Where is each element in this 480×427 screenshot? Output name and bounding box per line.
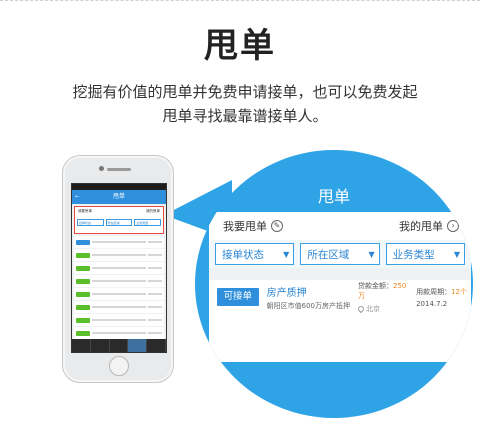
mini-text-line xyxy=(148,241,162,243)
filter-type-dropdown[interactable]: 业务类型 ▼ xyxy=(385,243,465,265)
mini-text-line xyxy=(148,332,162,334)
listing-info: 房产质押 朝阳区市值600万房产抵押 xyxy=(267,284,350,311)
mini-list-item[interactable] xyxy=(74,314,164,326)
mini-text-line xyxy=(148,306,162,308)
mini-status-tag xyxy=(76,252,90,258)
filter-status-label: 接单状态 xyxy=(222,248,264,261)
loan-amount: 贷款金额：250万 xyxy=(358,281,408,301)
mini-tab[interactable] xyxy=(128,339,148,352)
mini-text-line xyxy=(92,241,146,243)
mini-header: ← 甩单 xyxy=(72,190,166,204)
listing-meta: 贷款金额：250万 北京 xyxy=(356,281,408,314)
mini-text-line xyxy=(92,293,146,295)
chevron-right-icon: › xyxy=(447,220,459,232)
camera-icon xyxy=(99,166,104,171)
location-pin-icon xyxy=(356,304,366,313)
my-orders-button[interactable]: 我的甩单 › xyxy=(399,218,459,234)
mini-text-line xyxy=(148,267,162,269)
mini-filter-row-top: 我要甩单 我的甩单 xyxy=(75,207,163,218)
accept-order-button[interactable]: 可接单 xyxy=(217,288,259,306)
mini-text-line xyxy=(92,332,146,334)
location-text: 北京 xyxy=(365,304,380,313)
home-button[interactable] xyxy=(109,356,129,376)
caret-down-icon: ▼ xyxy=(368,249,375,259)
mini-text-line xyxy=(148,319,162,321)
caret-down-icon: ▼ xyxy=(283,249,290,259)
my-orders-label: 我的甩单 xyxy=(399,220,443,233)
mini-status-tag xyxy=(76,304,90,310)
zoom-header-title: 甩单 xyxy=(317,187,350,206)
mini-my-orders[interactable]: 我的甩单 xyxy=(146,209,160,216)
divider xyxy=(209,268,471,280)
filter-region-dropdown[interactable]: 所在区域 ▼ xyxy=(300,243,380,265)
mini-text-line xyxy=(92,306,146,308)
mini-list-item[interactable] xyxy=(74,288,164,300)
zoom-panel: 我要甩单 ✎ 我的甩单 › 接单状态 ▼ 所在区域 ▼ 业务类型 ▼ 可接单 房… xyxy=(209,212,471,362)
page-subtitle: 挖掘有价值的甩单并免费申请接单，也可以免费发起甩单寻找最靠谱接单人。 xyxy=(72,83,418,125)
phone-mockup: ← 甩单 我要甩单 我的甩单 接单状态 所在区域 业务类型 xyxy=(62,155,174,383)
edit-icon: ✎ xyxy=(271,220,283,232)
mini-text-line xyxy=(92,254,146,256)
mini-listing-list xyxy=(72,236,166,352)
back-arrow-icon[interactable]: ← xyxy=(75,190,79,204)
listing-date: 2014.7.2 xyxy=(416,299,448,308)
caret-down-icon: ▼ xyxy=(453,249,460,259)
mini-filter-status[interactable]: 接单状态 xyxy=(77,219,104,226)
mini-text-line xyxy=(148,254,162,256)
filter-status-dropdown[interactable]: 接单状态 ▼ xyxy=(215,243,295,265)
mini-list-item[interactable] xyxy=(74,327,164,339)
mini-tabbar xyxy=(72,339,166,352)
mini-status-tag xyxy=(76,330,90,336)
mini-filter-row-dropdowns: 接单状态 所在区域 业务类型 xyxy=(75,218,163,229)
listing-location: 北京 xyxy=(356,304,408,314)
mini-status-tag xyxy=(76,317,90,323)
top-divider xyxy=(0,0,480,3)
mini-status-tag xyxy=(76,239,90,245)
mini-text-line xyxy=(148,280,162,282)
mini-header-title: 甩单 xyxy=(112,193,125,200)
mini-list-item[interactable] xyxy=(74,275,164,287)
mini-tab[interactable] xyxy=(147,339,166,352)
mini-text-line xyxy=(92,280,146,282)
filter-type-label: 业务类型 xyxy=(392,248,435,261)
mini-list-item[interactable] xyxy=(74,249,164,261)
mini-filter-type[interactable]: 业务类型 xyxy=(134,219,162,226)
mini-list-item[interactable] xyxy=(74,236,164,248)
mini-status-tag xyxy=(76,291,90,297)
mini-filter-region[interactable]: 所在区域 xyxy=(105,219,133,226)
filter-region-label: 所在区域 xyxy=(307,248,350,261)
filter-row: 接单状态 ▼ 所在区域 ▼ 业务类型 ▼ xyxy=(209,240,471,268)
my-post-button[interactable]: 我要甩单 ✎ xyxy=(223,218,283,234)
mini-tab[interactable] xyxy=(72,339,91,352)
mini-status-tag xyxy=(76,265,90,271)
mini-tab[interactable] xyxy=(91,339,110,352)
my-post-label: 我要甩单 xyxy=(223,220,267,233)
listing-description: 朝阳区市值600万房产抵押 xyxy=(266,301,350,310)
mini-list-item[interactable] xyxy=(74,262,164,274)
mini-text-line xyxy=(92,267,146,269)
mini-status-tag xyxy=(76,278,90,284)
zoom-callout: 甩单 我要甩单 ✎ 我的甩单 › 接单状态 ▼ 所在区域 ▼ 业务类型 ▼ 可接… xyxy=(195,150,473,418)
mini-filter-highlight: 我要甩单 我的甩单 接单状态 所在区域 业务类型 xyxy=(74,206,164,234)
listing-meta-2: 用款周期：12个 2014.7.2 xyxy=(416,287,467,308)
mini-list-item[interactable] xyxy=(74,301,164,313)
mini-my-post[interactable]: 我要甩单 xyxy=(78,209,92,216)
phone-screen: ← 甩单 我要甩单 我的甩单 接单状态 所在区域 业务类型 xyxy=(71,183,167,353)
loan-cycle: 用款周期：12个 xyxy=(416,287,467,297)
loan-amount-label: 贷款金额： xyxy=(357,281,393,290)
speaker-icon xyxy=(107,168,131,171)
mini-text-line xyxy=(148,293,162,295)
loan-cycle-value: 12个 xyxy=(451,287,467,296)
mini-text-line xyxy=(92,319,146,321)
page-title: 甩单 xyxy=(204,26,276,66)
loan-cycle-label: 用款周期： xyxy=(416,287,452,296)
zoom-action-row: 我要甩单 ✎ 我的甩单 › xyxy=(209,212,471,240)
listing-category: 房产质押 xyxy=(266,287,307,299)
mini-tab[interactable] xyxy=(110,339,129,352)
listing-item[interactable]: 可接单 房产质押 朝阳区市值600万房产抵押 贷款金额：250万 北京 用款周期… xyxy=(209,280,471,314)
